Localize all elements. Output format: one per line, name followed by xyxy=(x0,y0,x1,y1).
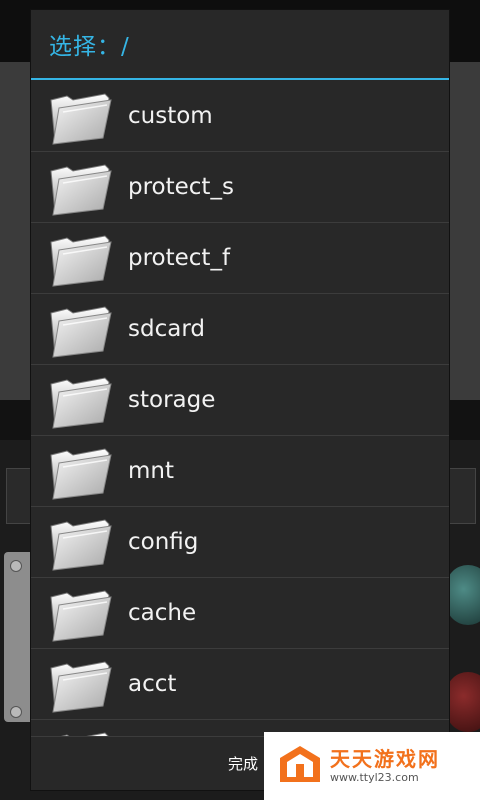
folder-icon xyxy=(50,590,112,642)
background-knob-teal xyxy=(446,565,480,625)
folder-name: protect_f xyxy=(128,245,231,271)
folder-row[interactable]: acct xyxy=(31,649,449,720)
folder-name: mnt xyxy=(128,458,174,484)
folder-icon xyxy=(50,93,112,145)
watermark-name: 天天游戏网 xyxy=(330,747,440,771)
folder-row[interactable]: sdcard xyxy=(31,294,449,365)
folder-name: storage xyxy=(128,387,216,413)
dialog-title: 选择：/ xyxy=(49,34,130,60)
title-divider xyxy=(31,78,449,80)
folder-icon xyxy=(50,448,112,500)
folder-icon xyxy=(50,377,112,429)
folder-list[interactable]: custom protect_s protect_f sdcard storag… xyxy=(31,81,449,747)
screw-icon xyxy=(10,560,22,572)
directory-chooser-dialog: 选择：/ custom protect_s protect_f sdcard s… xyxy=(31,10,449,790)
folder-name: acct xyxy=(128,671,177,697)
folder-name: protect_s xyxy=(128,174,234,200)
folder-name: sdcard xyxy=(128,316,205,342)
folder-icon xyxy=(50,519,112,571)
folder-icon xyxy=(50,235,112,287)
background-box-right xyxy=(448,468,476,524)
folder-row[interactable]: config xyxy=(31,507,449,578)
background-knob-red xyxy=(446,672,480,732)
screw-icon xyxy=(10,706,22,718)
folder-icon xyxy=(50,164,112,216)
watermark-logo-icon xyxy=(280,746,320,782)
folder-row[interactable]: protect_s xyxy=(31,152,449,223)
background-box-left xyxy=(6,468,34,524)
watermark-text: 天天游戏网 www.ttyl23.com xyxy=(330,747,440,785)
folder-row[interactable]: cache xyxy=(31,578,449,649)
watermark: 天天游戏网 www.ttyl23.com xyxy=(264,732,480,800)
folder-name: custom xyxy=(128,103,213,129)
folder-row[interactable]: custom xyxy=(31,81,449,152)
folder-icon xyxy=(50,306,112,358)
folder-row[interactable]: storage xyxy=(31,365,449,436)
watermark-url: www.ttyl23.com xyxy=(330,771,419,784)
folder-name: config xyxy=(128,529,199,555)
folder-name: cache xyxy=(128,600,197,626)
folder-row[interactable]: mnt xyxy=(31,436,449,507)
folder-row[interactable]: protect_f xyxy=(31,223,449,294)
folder-icon xyxy=(50,661,112,713)
